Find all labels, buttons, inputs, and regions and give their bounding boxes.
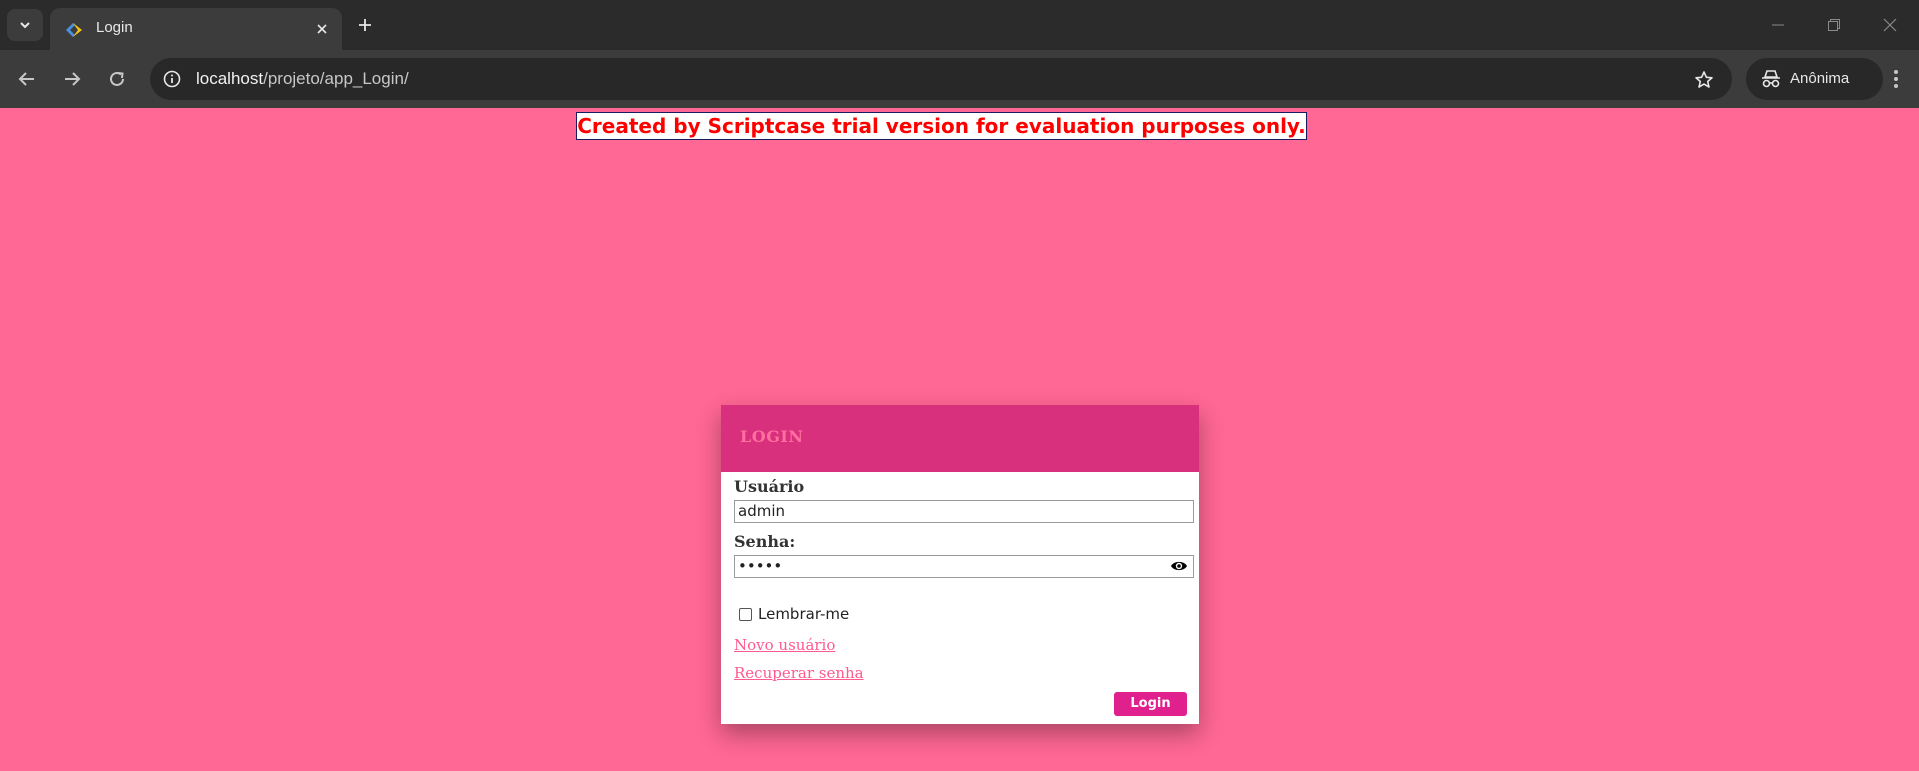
close-icon [317,24,327,34]
tab-close-button[interactable] [312,19,332,39]
reload-icon [110,71,124,86]
forward-icon [65,72,81,86]
new-user-link[interactable]: Novo usuário [734,636,835,654]
incognito-icon [1762,70,1780,88]
minimize-button[interactable] [1765,12,1791,38]
site-info-button[interactable] [160,67,184,91]
menu-icon [1894,70,1898,88]
incognito-profile-button[interactable]: Anônima [1746,58,1883,100]
address-bar[interactable]: localhost/projeto/app_Login/ [150,58,1732,100]
recover-password-link[interactable]: Recuperar senha [734,664,864,682]
new-tab-button[interactable] [352,12,378,38]
username-value: admin [738,502,785,520]
back-icon [18,72,34,86]
profile-label: Anônima [1790,70,1850,87]
back-button[interactable] [13,65,41,93]
eye-icon[interactable] [1170,559,1188,573]
restore-icon [1828,19,1840,31]
login-button[interactable]: Login [1114,692,1187,716]
login-header: LOGIN [721,405,1199,472]
trial-banner: Created by Scriptcase trial version for … [576,112,1307,140]
window-close-icon [1883,18,1897,32]
password-value: ••••• [738,557,783,575]
login-title: LOGIN [740,427,804,446]
plus-icon [359,19,371,31]
tab-strip: Login [0,0,1919,50]
url-text[interactable]: localhost/projeto/app_Login/ [196,69,409,89]
password-label: Senha: [734,532,796,551]
info-icon [163,70,181,88]
browser-menu-button[interactable] [1882,64,1910,94]
remember-label: Lembrar-me [758,605,850,623]
bookmark-button[interactable] [1692,68,1716,92]
window-close-button[interactable] [1877,12,1903,38]
tab-login[interactable]: Login [50,8,342,50]
login-card: LOGIN Usuário admin Senha: ••••• Lembrar… [721,405,1199,724]
minimize-icon [1772,24,1784,26]
favicon-icon [66,23,82,37]
tab-search-button[interactable] [7,9,43,41]
remember-checkbox[interactable] [739,607,752,621]
restore-button[interactable] [1821,12,1847,38]
reload-button[interactable] [103,65,131,93]
forward-button[interactable] [58,65,86,93]
password-input[interactable]: ••••• [734,555,1194,578]
url-path: /projeto/app_Login/ [263,69,409,88]
username-label: Usuário [734,477,805,496]
star-icon [1695,71,1713,88]
url-host: localhost [196,69,264,88]
username-input[interactable]: admin [734,500,1194,523]
browser-toolbar: localhost/projeto/app_Login/ Anônima [0,50,1919,108]
remember-me[interactable]: Lembrar-me [739,605,849,623]
chevron-down-icon [20,22,30,29]
tab-title: Login [96,19,133,36]
